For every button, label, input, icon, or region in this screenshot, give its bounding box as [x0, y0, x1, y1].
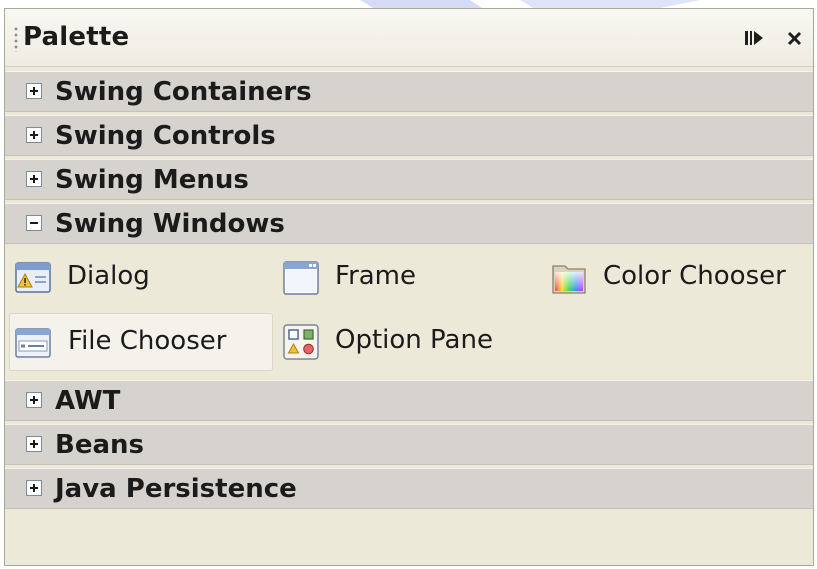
close-icon[interactable]	[783, 27, 807, 49]
item-dialog[interactable]: Dialog	[11, 249, 273, 307]
category-label: Swing Controls	[55, 121, 276, 151]
dialog-icon	[15, 260, 51, 296]
item-file-chooser[interactable]: File Chooser	[9, 313, 273, 371]
file-chooser-icon	[15, 325, 51, 361]
minimize-icon[interactable]	[742, 27, 766, 49]
category-awt[interactable]: AWT	[5, 380, 813, 421]
category-swing-menus[interactable]: Swing Menus	[5, 159, 813, 200]
category-swing-containers[interactable]: Swing Containers	[5, 71, 813, 112]
frame-icon	[283, 260, 319, 296]
item-label: Dialog	[67, 261, 150, 291]
category-label: Java Persistence	[55, 474, 297, 504]
item-label: Frame	[335, 261, 417, 291]
category-label: AWT	[55, 386, 121, 416]
item-frame[interactable]: Frame	[279, 249, 541, 307]
item-option-pane[interactable]: Option Pane	[279, 313, 541, 371]
expand-plus-icon[interactable]	[26, 83, 42, 99]
expand-plus-icon[interactable]	[26, 171, 42, 187]
drag-grip-icon[interactable]	[14, 26, 18, 52]
item-label: Color Chooser	[603, 261, 786, 291]
palette-title: Palette	[23, 22, 130, 52]
expand-plus-icon[interactable]	[26, 392, 42, 408]
category-swing-controls[interactable]: Swing Controls	[5, 115, 813, 156]
category-label: Swing Menus	[55, 165, 249, 195]
category-beans[interactable]: Beans	[5, 424, 813, 465]
category-label: Swing Windows	[55, 209, 285, 239]
palette-panel: Palette Swing Containers Swing Controls …	[4, 8, 814, 566]
category-label: Swing Containers	[55, 77, 312, 107]
category-swing-windows[interactable]: Swing Windows	[5, 203, 813, 244]
expand-plus-icon[interactable]	[26, 436, 42, 452]
item-label: File Chooser	[68, 326, 227, 356]
category-java-persistence[interactable]: Java Persistence	[5, 468, 813, 509]
category-label: Beans	[55, 430, 144, 460]
item-color-chooser[interactable]: Color Chooser	[547, 249, 809, 307]
expand-plus-icon[interactable]	[26, 480, 42, 496]
item-label: Option Pane	[335, 325, 493, 355]
palette-titlebar[interactable]: Palette	[5, 9, 813, 67]
swing-windows-items: Dialog Frame Color Chooser File Chooser …	[5, 247, 813, 380]
option-pane-icon	[283, 324, 319, 360]
collapse-minus-icon[interactable]	[26, 215, 42, 231]
color-chooser-icon	[551, 260, 587, 296]
expand-plus-icon[interactable]	[26, 127, 42, 143]
